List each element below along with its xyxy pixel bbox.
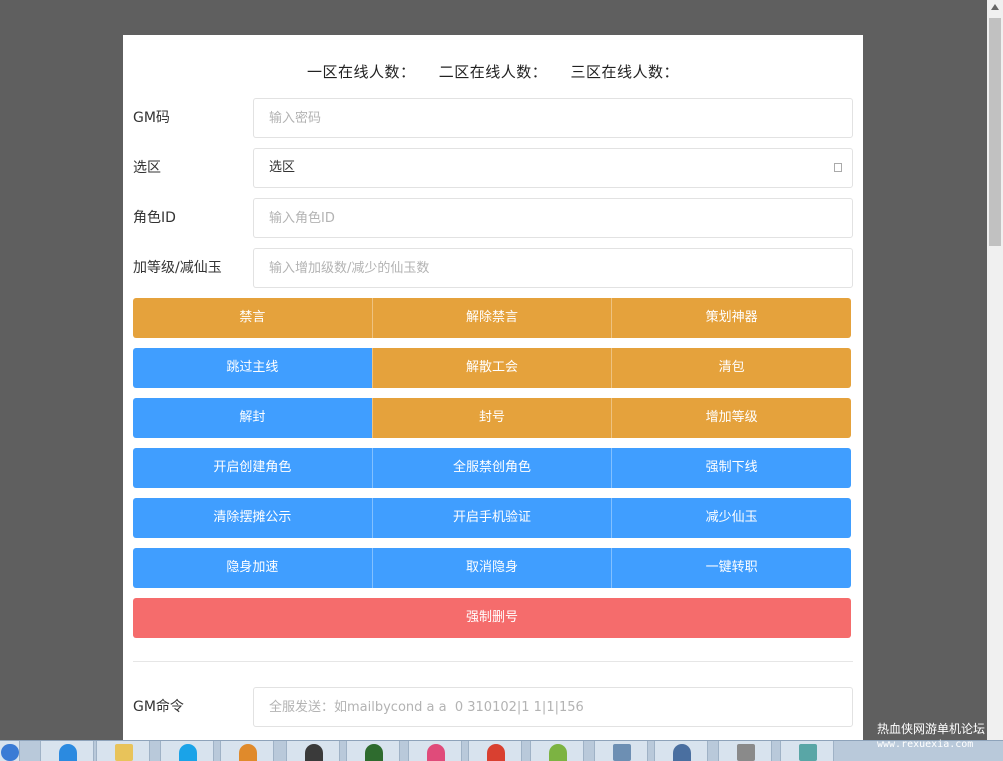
start-button[interactable]	[0, 741, 20, 761]
role-id-label: 角色ID	[133, 210, 176, 226]
taskbar-android[interactable]	[530, 741, 584, 761]
role-id-row: 角色ID	[133, 198, 853, 238]
button-row-7: 强制删号	[133, 598, 851, 638]
button-row-4: 开启创建角色 全服禁创角色 强制下线	[133, 448, 851, 488]
scrollbar-thumb[interactable]	[989, 18, 1001, 246]
add-level-button[interactable]: 增加等级	[611, 398, 851, 438]
unmute-button[interactable]: 解除禁言	[371, 298, 612, 338]
taskbar-app-3[interactable]	[346, 741, 400, 761]
disable-create-role-button[interactable]: 全服禁创角色	[371, 448, 612, 488]
watermark-title: 热血侠网游单机论坛	[877, 722, 986, 736]
zone3-online-label: 三区在线人数：	[570, 63, 680, 81]
taskbar	[0, 740, 1003, 761]
app-icon	[427, 744, 445, 761]
clear-stall-notice-button[interactable]: 清除摆摊公示	[133, 498, 372, 538]
level-jade-input[interactable]	[254, 249, 829, 287]
gm-command-field-box	[253, 687, 853, 727]
app-icon	[799, 744, 817, 761]
gm-code-label: GM码	[133, 110, 170, 126]
taskbar-app-1[interactable]	[160, 741, 214, 761]
taskbar-app-2[interactable]	[286, 741, 340, 761]
gm-panel: 一区在线人数： 二区在线人数： 三区在线人数： GM码 选区 选区 角色ID 加…	[123, 35, 863, 740]
role-id-field-box	[253, 198, 853, 238]
zone-select-row: 选区 选区	[133, 148, 853, 188]
section-divider	[133, 661, 853, 662]
button-row-3: 解封 封号 增加等级	[133, 398, 851, 438]
gm-command-input[interactable]	[254, 688, 829, 726]
taskbar-explorer[interactable]	[96, 741, 150, 761]
vertical-scrollbar[interactable]	[987, 0, 1003, 740]
zone-select-value: 选区	[269, 160, 296, 175]
gm-command-label: GM命令	[133, 699, 184, 715]
button-row-6: 隐身加速 取消隐身 一键转职	[133, 548, 851, 588]
force-delete-account-button[interactable]: 强制删号	[133, 598, 851, 638]
taskbar-app-4[interactable]	[408, 741, 462, 761]
role-id-input[interactable]	[254, 199, 829, 237]
enable-create-role-button[interactable]: 开启创建角色	[133, 448, 372, 488]
level-jade-label: 加等级/减仙玉	[133, 260, 222, 276]
watermark: 热血侠网游单机论坛 www.rexuexia.com	[877, 722, 1001, 752]
app-icon	[179, 744, 197, 761]
taskbar-app-5[interactable]	[654, 741, 708, 761]
taskbar-ie[interactable]	[40, 741, 94, 761]
internet-explorer-icon	[59, 744, 77, 761]
clear-bag-button[interactable]: 清包	[611, 348, 851, 388]
zone-select-label: 选区	[133, 160, 161, 176]
button-row-1: 禁言 解除禁言 策划神器	[133, 298, 851, 338]
taskbar-vmware[interactable]	[594, 741, 648, 761]
chrome-icon	[487, 744, 505, 761]
app-icon	[365, 744, 383, 761]
level-jade-field-box	[253, 248, 853, 288]
ban-account-button[interactable]: 封号	[371, 398, 612, 438]
app-icon	[305, 744, 323, 761]
scroll-up-arrow-icon[interactable]	[991, 4, 999, 10]
mute-button[interactable]: 禁言	[133, 298, 372, 338]
zone1-online-label: 一区在线人数：	[306, 63, 416, 81]
skip-main-quest-button[interactable]: 跳过主线	[133, 348, 372, 388]
force-logout-button[interactable]: 强制下线	[611, 448, 851, 488]
designer-artifact-button[interactable]: 策划神器	[611, 298, 851, 338]
app-icon	[737, 744, 755, 761]
enable-phone-verify-button[interactable]: 开启手机验证	[371, 498, 612, 538]
button-row-2: 跳过主线 解散工会 清包	[133, 348, 851, 388]
disband-guild-button[interactable]: 解散工会	[371, 348, 612, 388]
media-player-icon	[239, 744, 257, 761]
gm-code-row: GM码	[133, 98, 853, 138]
online-counts: 一区在线人数： 二区在线人数： 三区在线人数：	[123, 61, 863, 82]
stealth-speed-button[interactable]: 隐身加速	[133, 548, 372, 588]
gm-command-row: GM命令	[133, 687, 853, 727]
folder-icon	[115, 744, 133, 761]
zone-select[interactable]: 选区	[253, 148, 853, 188]
taskbar-media[interactable]	[220, 741, 274, 761]
reduce-jade-button[interactable]: 减少仙玉	[611, 498, 851, 538]
android-icon	[549, 744, 567, 761]
dropdown-icon	[834, 163, 842, 172]
taskbar-chrome[interactable]	[468, 741, 522, 761]
gm-code-field-box	[253, 98, 853, 138]
zone2-online-label: 二区在线人数：	[438, 63, 548, 81]
button-row-5: 清除摆摊公示 开启手机验证 减少仙玉	[133, 498, 851, 538]
taskbar-app-6[interactable]	[718, 741, 772, 761]
level-jade-row: 加等级/减仙玉	[133, 248, 853, 288]
windows-logo-icon	[1, 744, 19, 761]
watermark-url: www.rexuexia.com	[877, 739, 974, 750]
one-click-job-change-button[interactable]: 一键转职	[611, 548, 851, 588]
unban-button[interactable]: 解封	[133, 398, 372, 438]
gm-code-input[interactable]	[254, 99, 829, 137]
taskbar-app-7[interactable]	[780, 741, 834, 761]
cancel-stealth-button[interactable]: 取消隐身	[371, 548, 612, 588]
app-icon	[673, 744, 691, 761]
vmware-icon	[613, 744, 631, 761]
